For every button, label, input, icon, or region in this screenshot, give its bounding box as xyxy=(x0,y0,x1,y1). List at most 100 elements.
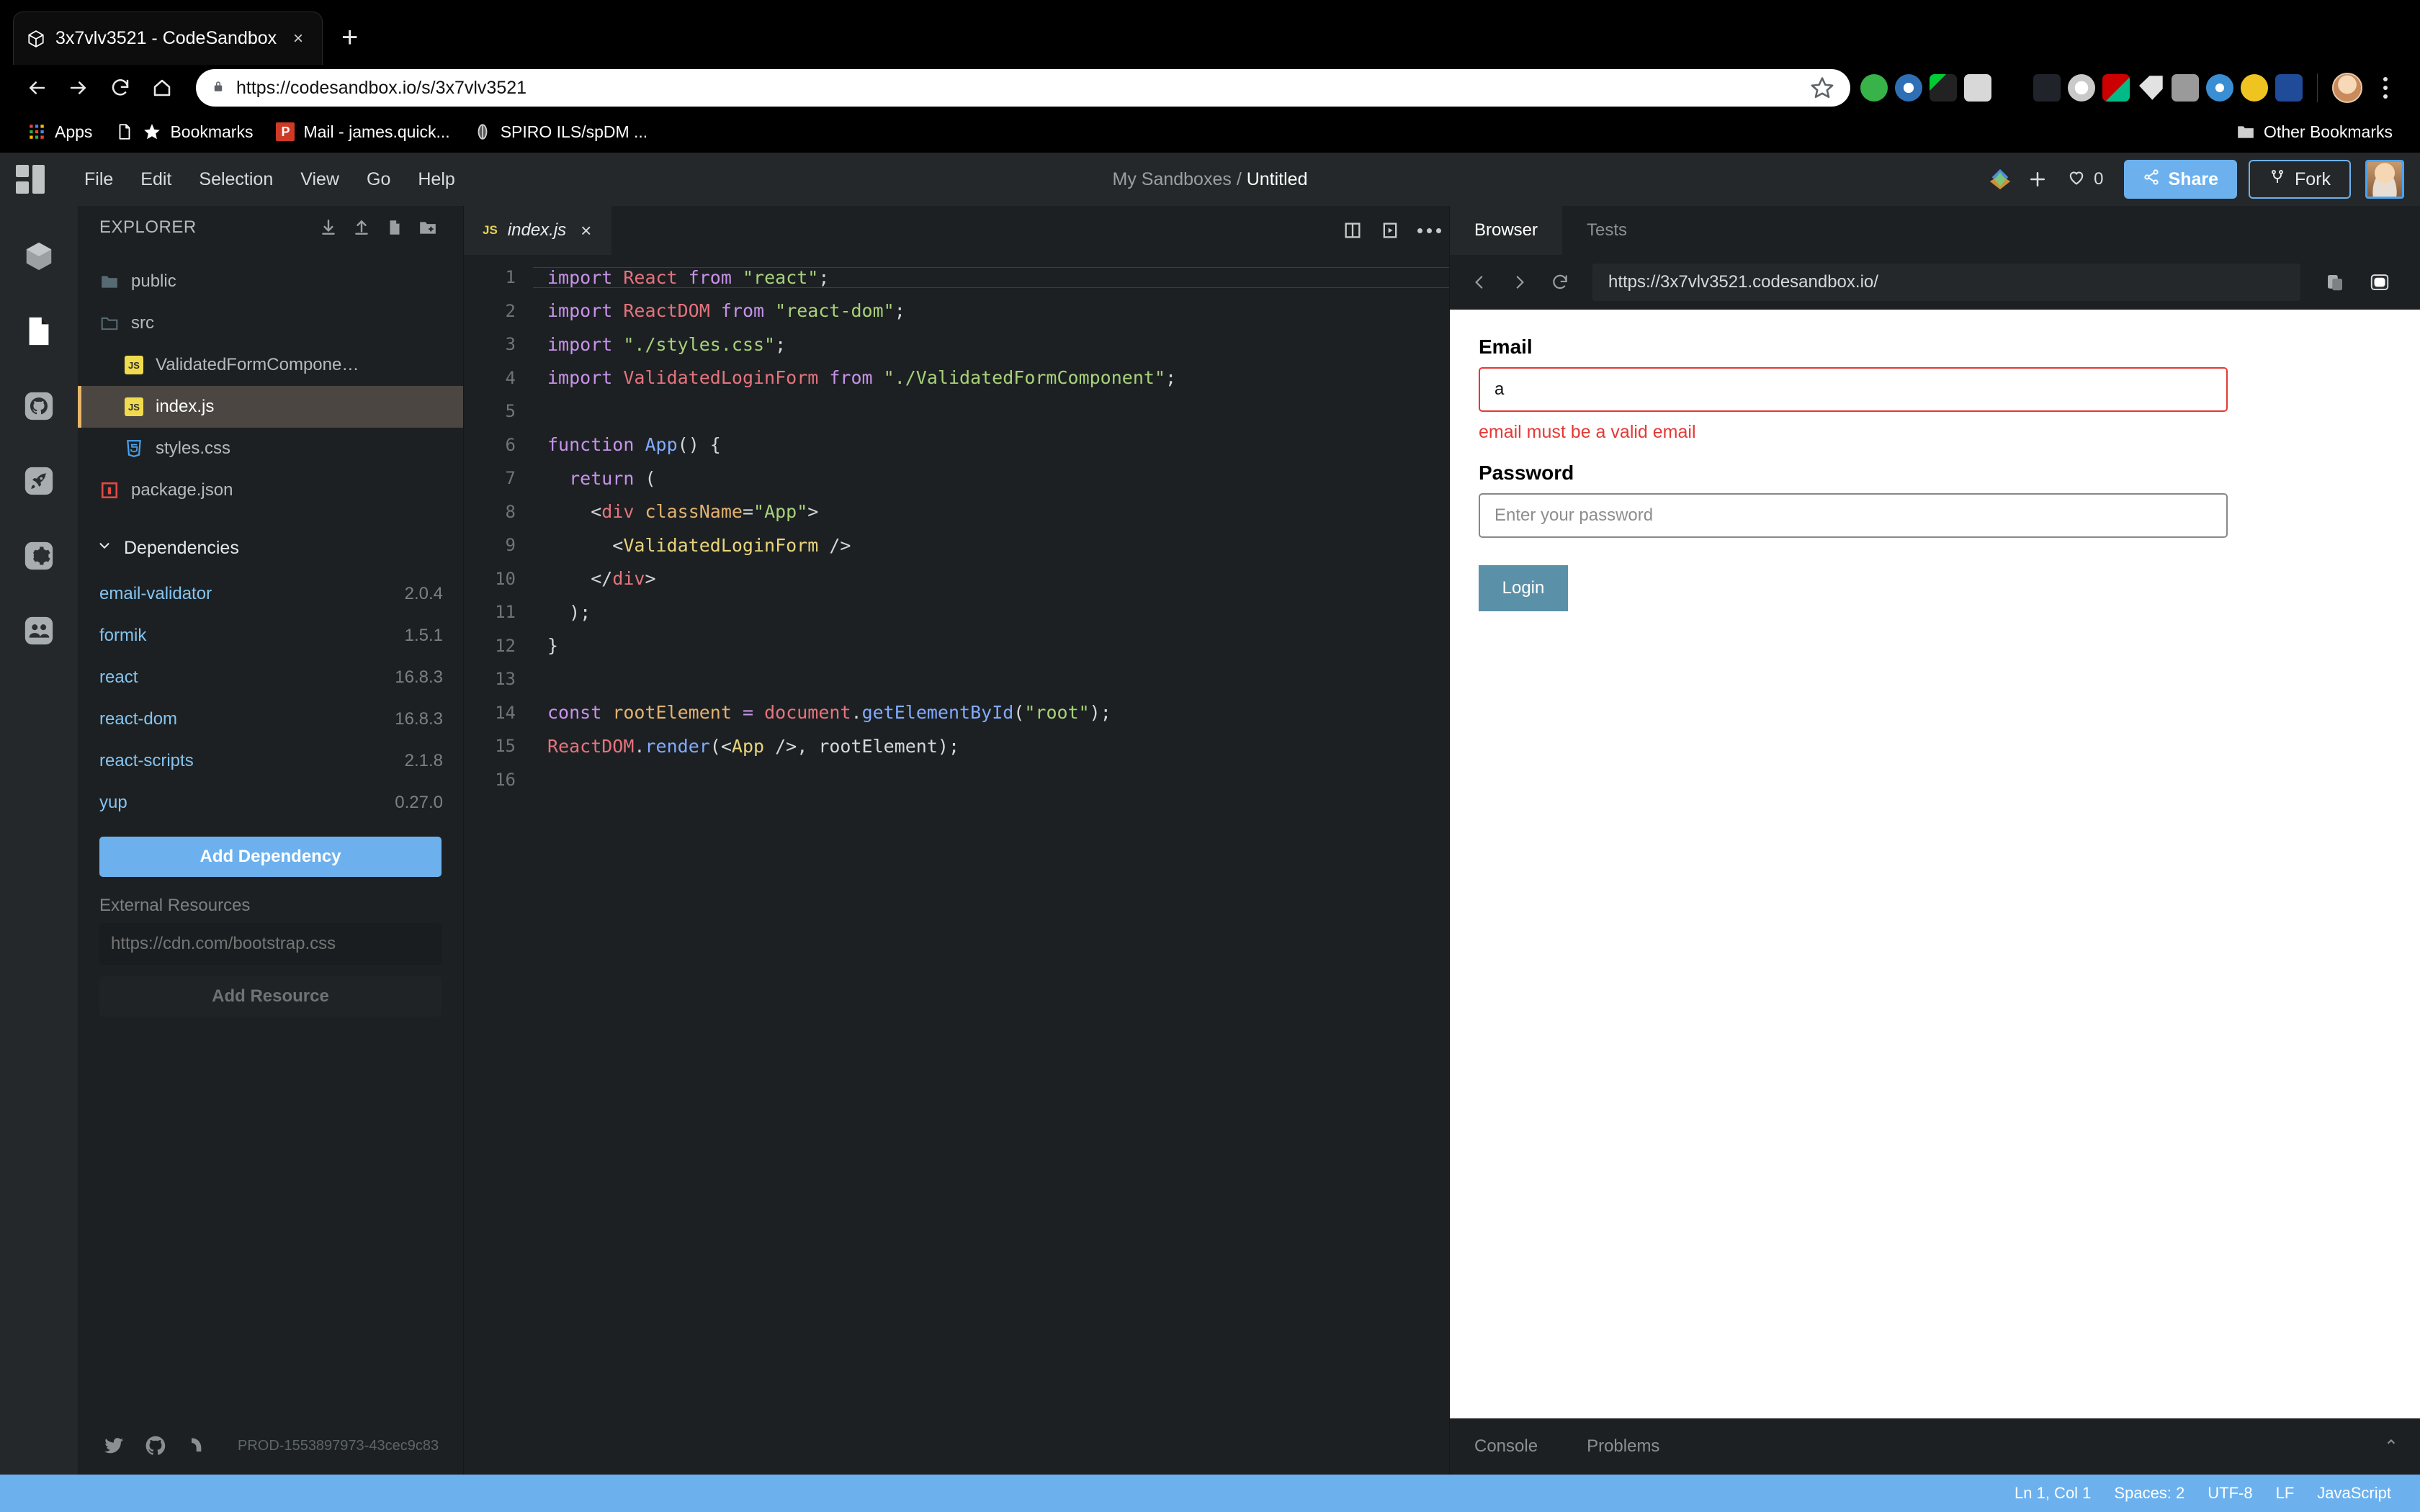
bookmark-spiro[interactable]: SPIRO ILS/spDM ... xyxy=(462,116,660,148)
dependency-row[interactable]: react-scripts 2.1.8 xyxy=(78,740,463,782)
menu-selection[interactable]: Selection xyxy=(185,169,287,190)
code-text[interactable]: function App() { xyxy=(533,434,1449,455)
menu-view[interactable]: View xyxy=(287,169,353,190)
like-button[interactable]: 0 xyxy=(2056,167,2113,192)
code-text[interactable]: </div> xyxy=(533,568,1449,589)
menu-file[interactable]: File xyxy=(71,169,127,190)
home-icon[interactable] xyxy=(141,67,183,109)
g-extension-icon[interactable] xyxy=(2206,74,2233,102)
download-icon[interactable] xyxy=(312,213,345,242)
ib-extension-icon[interactable] xyxy=(2172,74,2199,102)
dependency-row[interactable]: email-validator 2.0.4 xyxy=(78,573,463,615)
diamond-extension-icon[interactable] xyxy=(2001,76,2024,99)
more-options-icon[interactable] xyxy=(1409,206,1449,255)
sidebar-item-live[interactable] xyxy=(0,593,78,668)
dependency-row[interactable]: yup 0.27.0 xyxy=(78,782,463,824)
password-field[interactable] xyxy=(1479,493,2228,538)
editor-tab-index-js[interactable]: JS index.js × xyxy=(464,206,612,255)
status-eol[interactable]: LF xyxy=(2264,1484,2306,1503)
dependency-row[interactable]: formik 1.5.1 xyxy=(78,615,463,657)
color-palette-icon[interactable] xyxy=(1981,161,2019,198)
file-row-styles-css[interactable]: styles.css xyxy=(78,428,463,469)
avatar[interactable] xyxy=(2332,73,2362,103)
fork-button[interactable]: Fork xyxy=(2249,160,2351,199)
sidebar-item-github[interactable] xyxy=(0,369,78,444)
new-tab-button[interactable]: + xyxy=(341,23,358,52)
new-file-icon[interactable] xyxy=(378,213,411,242)
sidebar-item-deployment[interactable] xyxy=(0,444,78,518)
white-ring-extension-icon[interactable] xyxy=(2068,74,2095,102)
codesandbox-grid-logo-icon[interactable] xyxy=(16,165,45,194)
chrome-menu-icon[interactable] xyxy=(2370,77,2401,99)
moon-extension-icon[interactable] xyxy=(2241,74,2268,102)
email-field[interactable] xyxy=(1479,367,2228,412)
file-row-validatedformcomponent[interactable]: JS ValidatedFormCompone… xyxy=(78,344,463,386)
code-text[interactable]: import ValidatedLoginForm from "./Valida… xyxy=(533,367,1449,388)
bookmark-apps[interactable]: Apps xyxy=(16,116,104,148)
code-text[interactable]: <ValidatedLoginForm /> xyxy=(533,535,1449,556)
external-resource-input[interactable] xyxy=(99,923,442,965)
bookmark-mail[interactable]: P Mail - james.quick... xyxy=(264,116,461,148)
status-spaces[interactable]: Spaces: 2 xyxy=(2102,1484,2196,1503)
code-content[interactable]: 1 import React from "react"; 2 import React… xyxy=(464,255,1449,1475)
file-row-src[interactable]: src xyxy=(78,302,463,344)
twitter-icon[interactable] xyxy=(102,1434,125,1457)
file-row-package-json[interactable]: package.json xyxy=(78,469,463,511)
split-pane-icon[interactable] xyxy=(1334,206,1371,255)
s-extension-icon[interactable] xyxy=(2275,74,2303,102)
tag-extension-icon[interactable] xyxy=(2139,76,2163,100)
discord-icon[interactable] xyxy=(186,1434,209,1457)
status-encoding[interactable]: UTF-8 xyxy=(2196,1484,2264,1503)
blue-ring-extension-icon[interactable] xyxy=(1895,74,1922,102)
forward-icon[interactable] xyxy=(58,67,99,109)
code-text[interactable]: } xyxy=(533,635,1449,656)
reload-icon[interactable] xyxy=(99,67,141,109)
dependency-row[interactable]: react-dom 16.8.3 xyxy=(78,698,463,740)
code-text[interactable]: import React from "react"; xyxy=(533,267,1449,288)
code-text[interactable]: return ( xyxy=(533,468,1449,489)
status-line-col[interactable]: Ln 1, Col 1 xyxy=(2003,1484,2102,1503)
chevron-collapse-icon[interactable]: ⌃ xyxy=(2384,1436,2398,1457)
code-text[interactable]: import ReactDOM from "react-dom"; xyxy=(533,300,1449,321)
pen-extension-icon[interactable] xyxy=(1930,74,1957,102)
react-devtools-extension-icon[interactable] xyxy=(2033,74,2061,102)
close-icon[interactable]: × xyxy=(576,220,596,242)
new-folder-icon[interactable] xyxy=(411,213,444,242)
reload-icon[interactable] xyxy=(1543,266,1577,299)
menu-edit[interactable]: Edit xyxy=(127,169,185,190)
other-bookmarks-button[interactable]: Other Bookmarks xyxy=(2225,116,2404,148)
add-resource-button[interactable]: Add Resource xyxy=(99,976,442,1017)
code-text[interactable]: ); xyxy=(533,602,1449,623)
dependency-row[interactable]: react 16.8.3 xyxy=(78,657,463,698)
code-text[interactable]: const rootElement = document.getElementB… xyxy=(533,702,1449,723)
tab-console[interactable]: Console xyxy=(1450,1436,1562,1457)
back-icon[interactable] xyxy=(16,67,58,109)
honey-extension-icon[interactable] xyxy=(1964,74,1991,102)
menu-go[interactable]: Go xyxy=(353,169,404,190)
flash-extension-icon[interactable] xyxy=(2102,74,2130,102)
user-avatar[interactable] xyxy=(2365,160,2404,199)
tab-problems[interactable]: Problems xyxy=(1562,1436,1684,1457)
file-row-index-js[interactable]: JS index.js xyxy=(78,386,463,428)
add-sandbox-button[interactable] xyxy=(2019,161,2056,198)
upload-icon[interactable] xyxy=(345,213,378,242)
open-preview-icon[interactable] xyxy=(1371,206,1409,255)
chevron-right-icon[interactable] xyxy=(1503,266,1536,299)
browser-tab[interactable]: 3x7vlv3521 - CodeSandbox × xyxy=(13,12,323,65)
preview-url[interactable]: https://3x7vlv3521.codesandbox.io/ xyxy=(1592,264,2300,301)
code-text[interactable]: import "./styles.css"; xyxy=(533,334,1449,355)
sidebar-item-settings[interactable] xyxy=(0,518,78,593)
menu-help[interactable]: Help xyxy=(404,169,468,190)
code-text[interactable]: <div className="App"> xyxy=(533,501,1449,522)
star-icon[interactable] xyxy=(1810,76,1834,100)
address-bar[interactable]: https://codesandbox.io/s/3x7vlv3521 xyxy=(196,69,1850,107)
github-icon[interactable] xyxy=(144,1434,167,1457)
responsive-mode-icon[interactable] xyxy=(2361,266,2398,299)
add-dependency-button[interactable]: Add Dependency xyxy=(99,837,442,877)
tab-browser[interactable]: Browser xyxy=(1450,206,1563,255)
code-text[interactable]: ReactDOM.render(<App />, rootElement); xyxy=(533,736,1449,757)
sidebar-item-files[interactable] xyxy=(0,294,78,369)
login-button[interactable]: Login xyxy=(1479,565,1568,611)
tab-tests[interactable]: Tests xyxy=(1562,206,1652,255)
thumbs-up-extension-icon[interactable] xyxy=(1860,74,1888,102)
